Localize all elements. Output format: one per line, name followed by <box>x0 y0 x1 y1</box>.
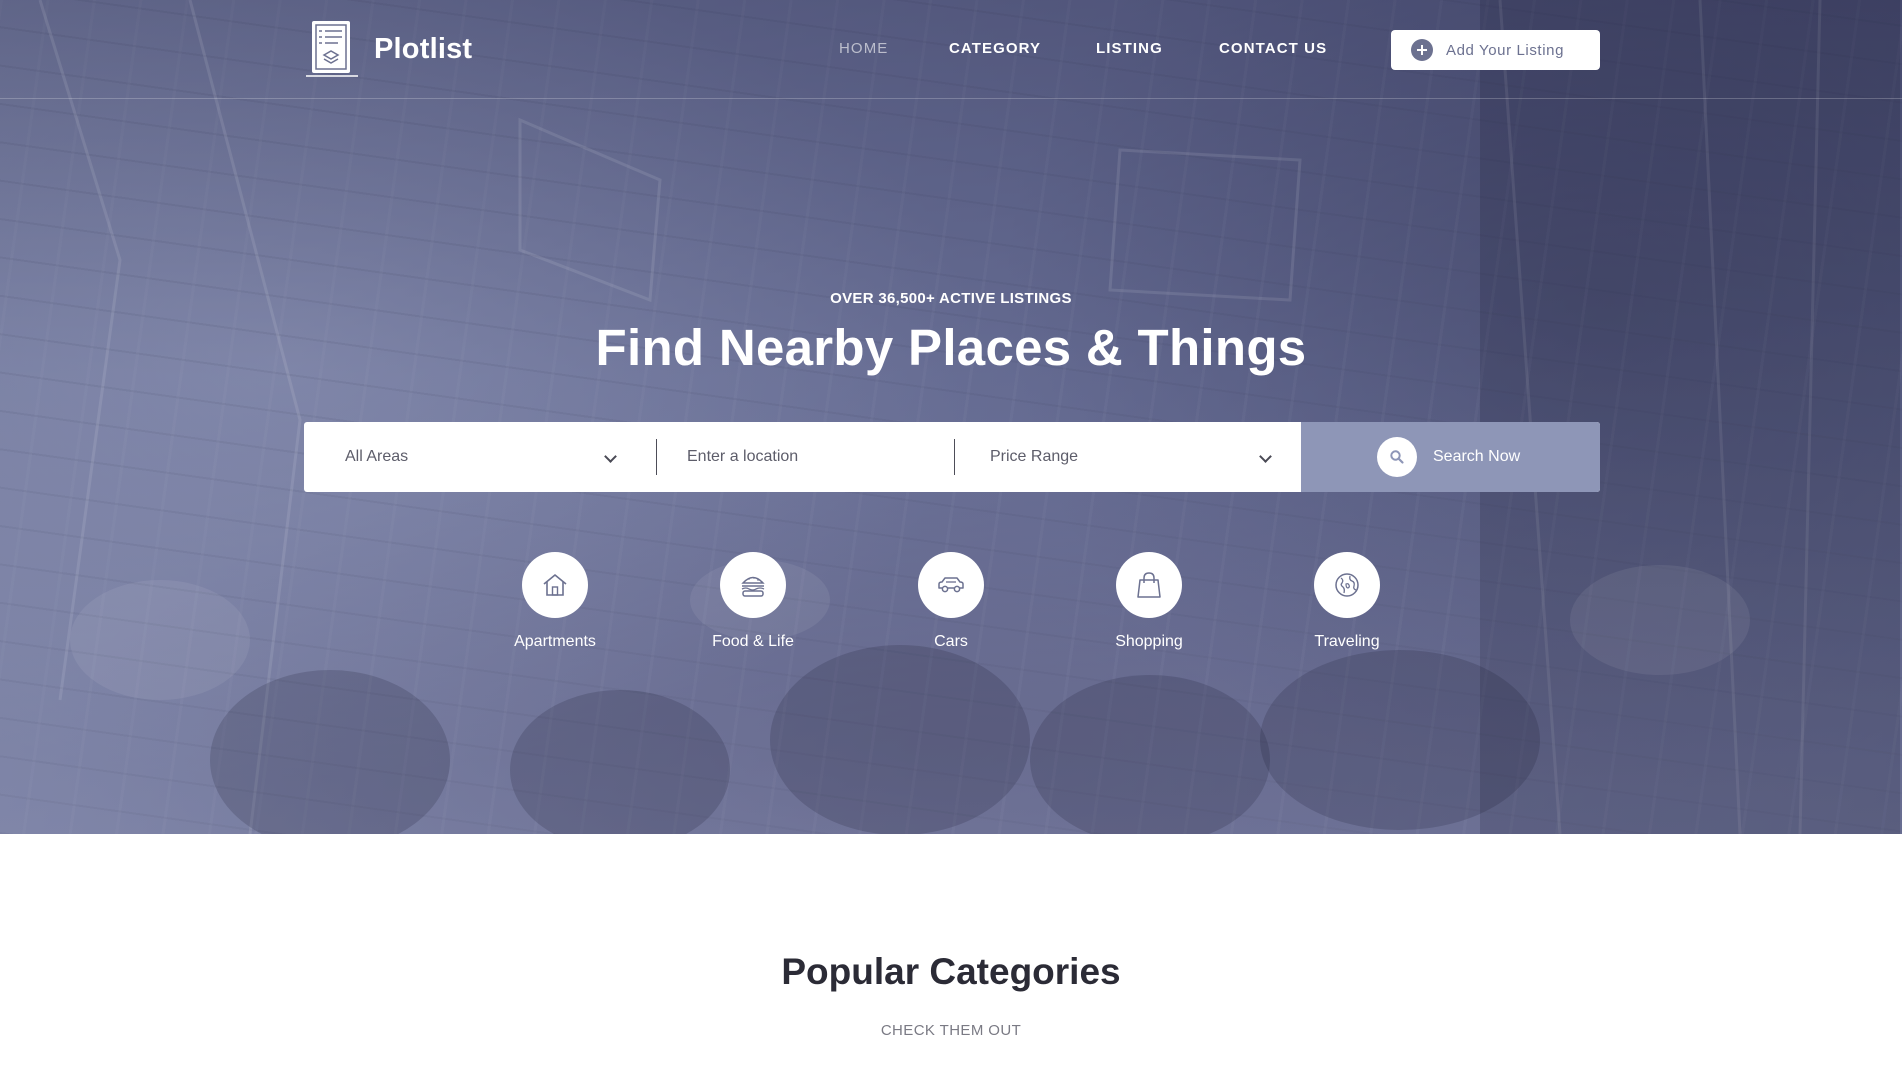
car-icon <box>918 552 984 618</box>
add-listing-button[interactable]: Add Your Listing <box>1391 30 1600 70</box>
search-now-label: Search Now <box>1433 448 1521 465</box>
category-shortcuts: Apartments Food & Life Cars Shopping Tra… <box>0 552 1902 662</box>
site-header: Plotlist HOME CATEGORY LISTING CONTACT U… <box>0 0 1902 99</box>
burger-icon <box>720 552 786 618</box>
areas-select-value: All Areas <box>345 448 409 465</box>
house-icon <box>522 552 588 618</box>
price-range-select[interactable]: Price Range <box>990 422 1272 492</box>
category-cars[interactable]: Cars <box>876 552 1026 651</box>
category-traveling[interactable]: Traveling <box>1272 552 1422 651</box>
category-label: Food & Life <box>712 633 794 650</box>
search-icon <box>1377 437 1417 477</box>
location-input[interactable] <box>687 448 947 466</box>
location-field[interactable] <box>687 422 947 492</box>
hero-background-image <box>38 0 1900 834</box>
hero-title: Find Nearby Places & Things <box>595 319 1307 376</box>
price-range-select-value: Price Range <box>990 448 1079 465</box>
chevron-down-icon <box>1259 450 1272 463</box>
category-label: Cars <box>934 633 968 650</box>
category-label: Apartments <box>514 633 596 650</box>
category-shopping[interactable]: Shopping <box>1074 552 1224 651</box>
popular-categories-title: Popular Categories <box>781 951 1121 992</box>
globe-icon <box>1314 552 1380 618</box>
hero-eyebrow: OVER 36,500+ ACTIVE LISTINGS <box>830 290 1072 307</box>
chevron-down-icon <box>604 450 617 463</box>
category-label: Traveling <box>1314 633 1380 650</box>
search-divider <box>656 439 657 475</box>
nav-item-contact-us[interactable]: CONTACT US <box>1219 40 1327 57</box>
popular-categories-subtitle: CHECK THEM OUT <box>880 1022 1022 1039</box>
areas-select[interactable]: All Areas <box>345 422 617 492</box>
category-food-life[interactable]: Food & Life <box>678 552 828 651</box>
category-apartments[interactable]: Apartments <box>480 552 630 651</box>
search-now-button[interactable]: Search Now <box>1301 422 1600 492</box>
plus-circle-icon <box>1411 39 1433 61</box>
search-divider <box>954 439 955 475</box>
nav-item-listing[interactable]: LISTING <box>1096 40 1163 57</box>
nav-item-category[interactable]: CATEGORY <box>949 40 1041 57</box>
hero-section: Plotlist HOME CATEGORY LISTING CONTACT U… <box>0 0 1902 834</box>
add-listing-label: Add Your Listing <box>1446 41 1565 59</box>
main-nav: HOME CATEGORY LISTING CONTACT US <box>0 40 1902 62</box>
category-label: Shopping <box>1115 633 1183 650</box>
shopping-bag-icon <box>1116 552 1182 618</box>
nav-item-home[interactable]: HOME <box>839 40 888 57</box>
search-bar: All Areas Price Range Search Now <box>304 422 1600 492</box>
